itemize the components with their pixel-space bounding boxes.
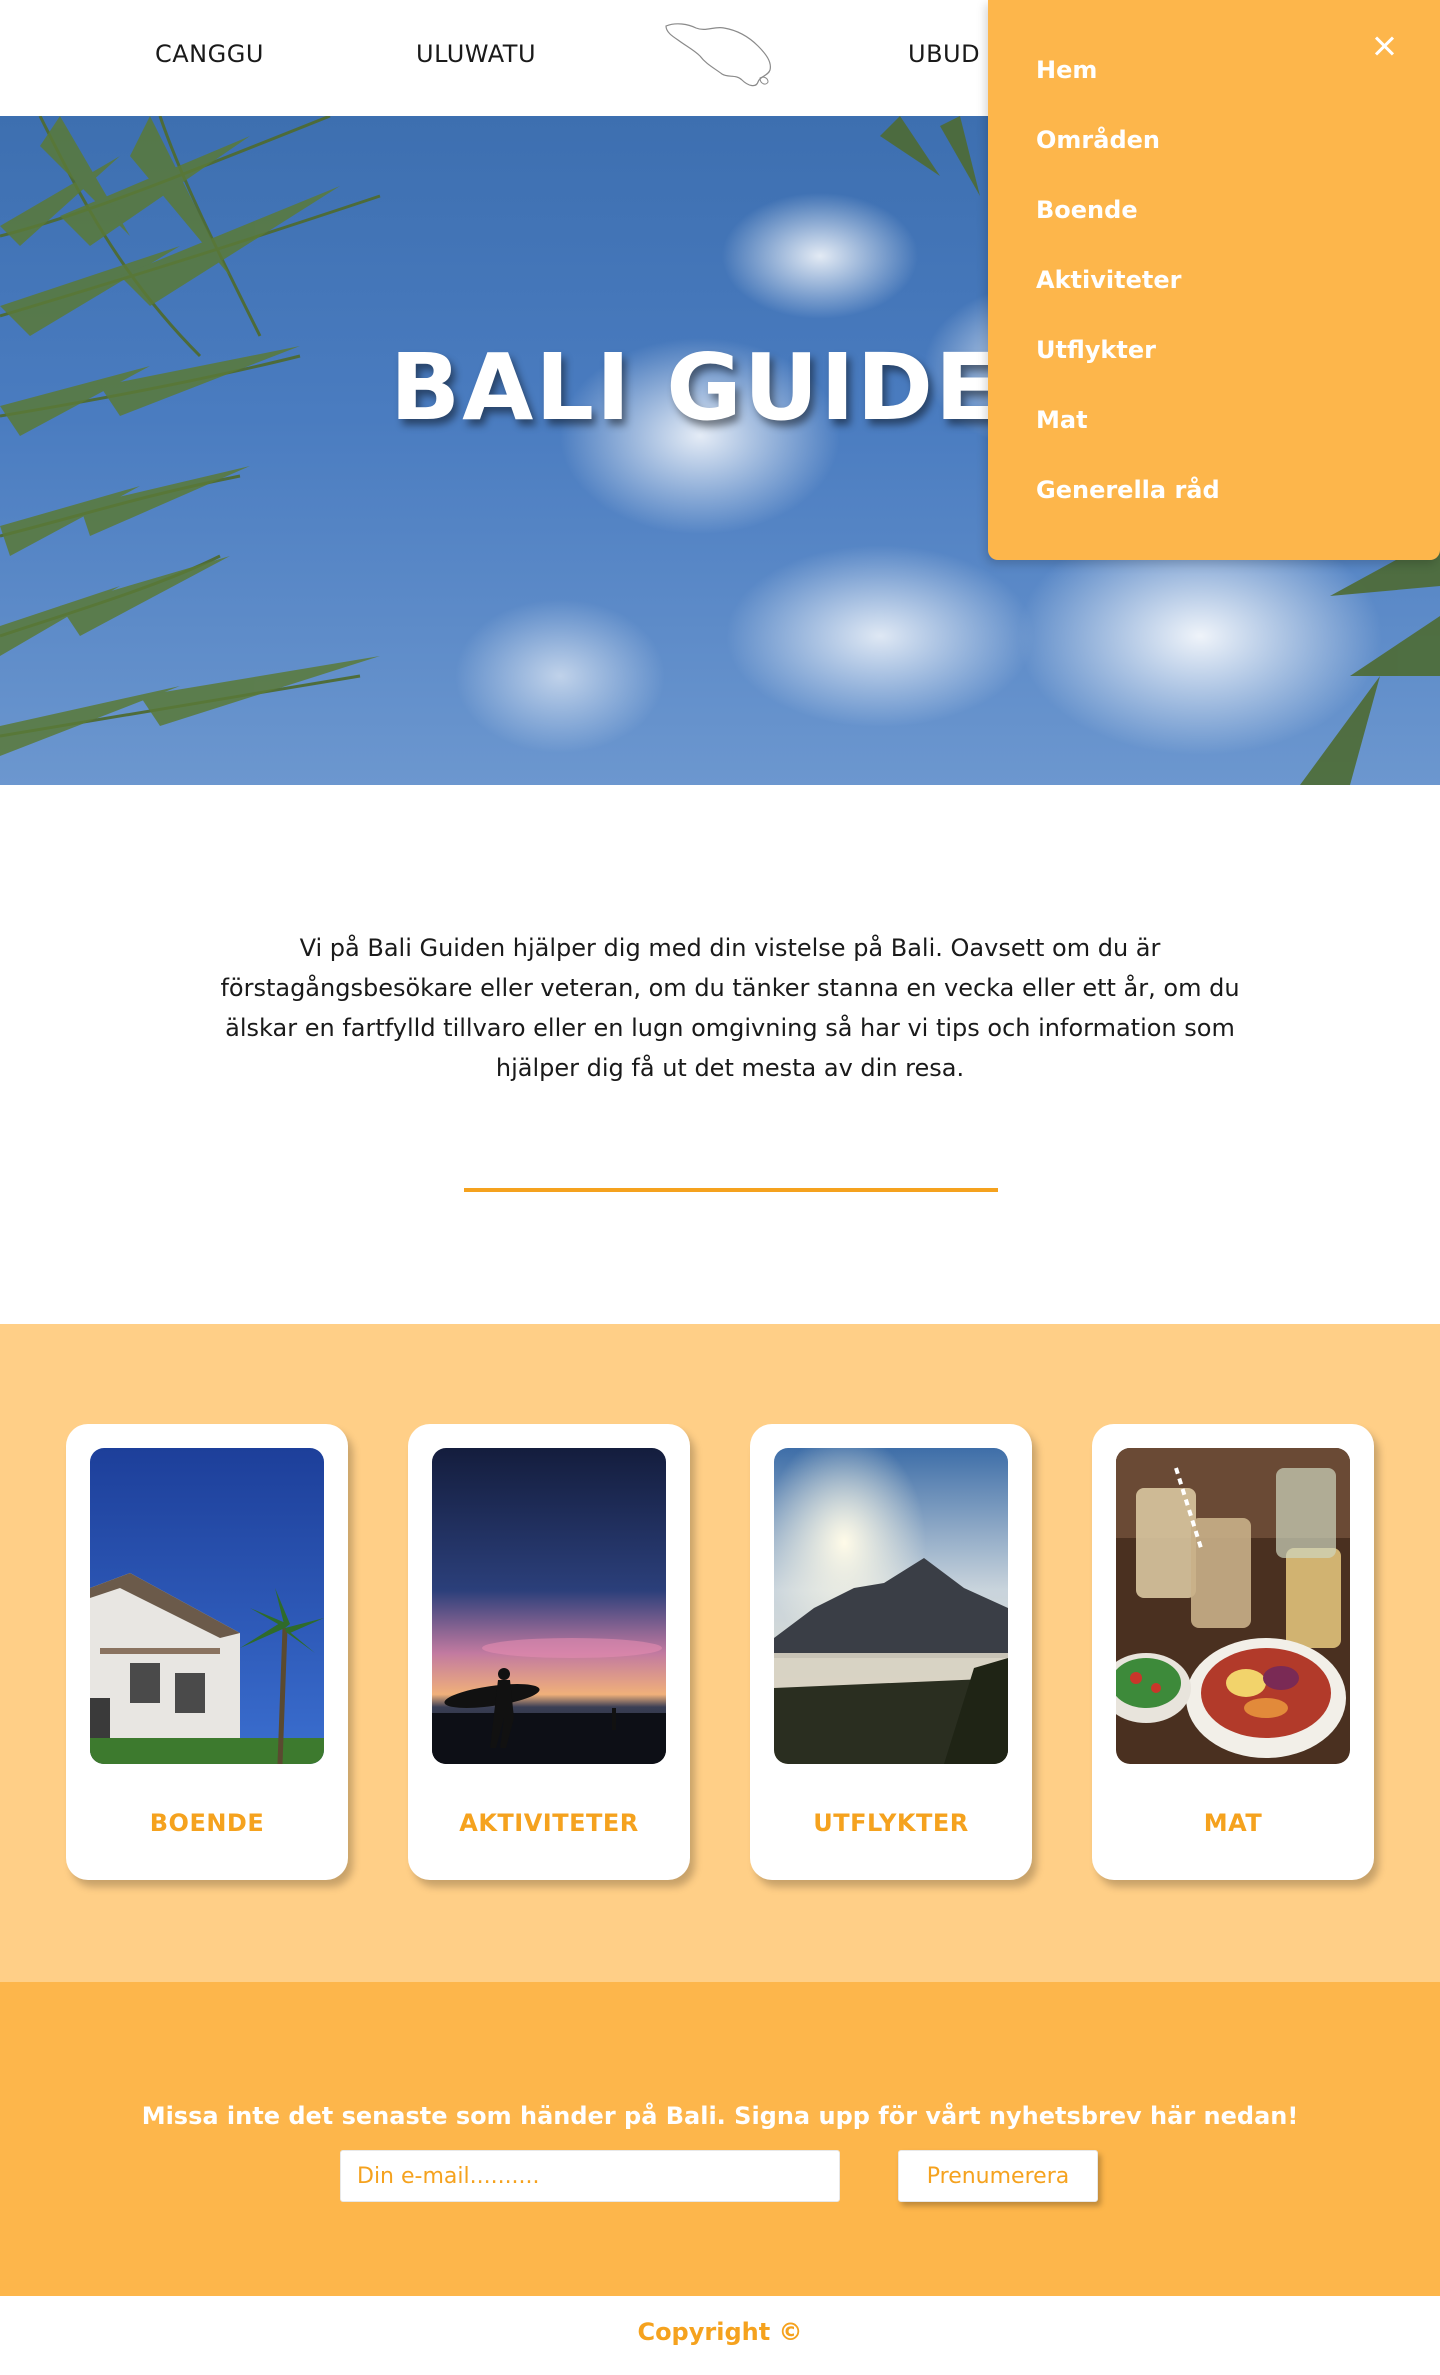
email-input[interactable] <box>340 2150 840 2202</box>
menu-item-generella-rad[interactable]: Generella råd <box>1036 476 1220 504</box>
menu-item: Mat <box>1036 406 1220 476</box>
hero-title: BALI GUIDEN <box>390 334 1079 441</box>
aktiviteter-photo <box>432 1448 666 1764</box>
section-divider <box>464 1188 998 1192</box>
card-label-aktiviteter: AKTIVITETER <box>459 1809 639 1837</box>
newsletter-section: Missa inte det senaste som händer på Bal… <box>0 1982 1440 2296</box>
footer: Copyright © <box>0 2296 1440 2375</box>
menu-item: Aktiviteter <box>1036 266 1220 336</box>
menu-item: Utflykter <box>1036 336 1220 406</box>
mat-photo <box>1116 1448 1350 1764</box>
nav-link-canggu[interactable]: CANGGU <box>155 40 264 68</box>
card-utflykter[interactable]: UTFLYKTER <box>750 1424 1032 1880</box>
close-icon[interactable] <box>1370 32 1398 60</box>
subscribe-button[interactable]: Prenumerera <box>898 2150 1098 2202</box>
nav-link-uluwatu[interactable]: ULUWATU <box>416 40 536 68</box>
menu-item-boende[interactable]: Boende <box>1036 196 1138 224</box>
menu-item-omraden[interactable]: Områden <box>1036 126 1160 154</box>
card-boende[interactable]: BOENDE <box>66 1424 348 1880</box>
card-label-boende: BOENDE <box>149 1809 265 1837</box>
card-label-utflykter: UTFLYKTER <box>813 1809 969 1837</box>
newsletter-text: Missa inte det senaste som händer på Bal… <box>141 2102 1299 2130</box>
intro-text: Vi på Bali Guiden hjälper dig med din vi… <box>220 934 1240 1082</box>
utflykter-photo <box>774 1448 1008 1764</box>
category-cards-section: BOENDE AKTIVITETER UTFLYKTER MAT <box>0 1324 1440 1982</box>
menu-item: Boende <box>1036 196 1220 266</box>
card-label-mat: MAT <box>1203 1809 1263 1837</box>
menu-item-aktiviteter[interactable]: Aktiviteter <box>1036 266 1181 294</box>
menu-list: Hem Områden Boende Aktiviteter Utflykter… <box>1036 56 1220 546</box>
menu-item-mat[interactable]: Mat <box>1036 406 1088 434</box>
dropdown-menu: Hem Områden Boende Aktiviteter Utflykter… <box>988 0 1440 560</box>
card-aktiviteter[interactable]: AKTIVITETER <box>408 1424 690 1880</box>
card-mat[interactable]: MAT <box>1092 1424 1374 1880</box>
copyright-text: Copyright © <box>637 2318 803 2346</box>
menu-item-hem[interactable]: Hem <box>1036 56 1097 84</box>
menu-item-utflykter[interactable]: Utflykter <box>1036 336 1156 364</box>
nav-link-ubud[interactable]: UBUD <box>908 40 980 68</box>
boende-photo <box>90 1448 324 1764</box>
menu-item: Hem <box>1036 56 1220 126</box>
menu-item: Områden <box>1036 126 1220 196</box>
bali-logo-icon[interactable] <box>662 16 778 92</box>
menu-item: Generella råd <box>1036 476 1220 546</box>
